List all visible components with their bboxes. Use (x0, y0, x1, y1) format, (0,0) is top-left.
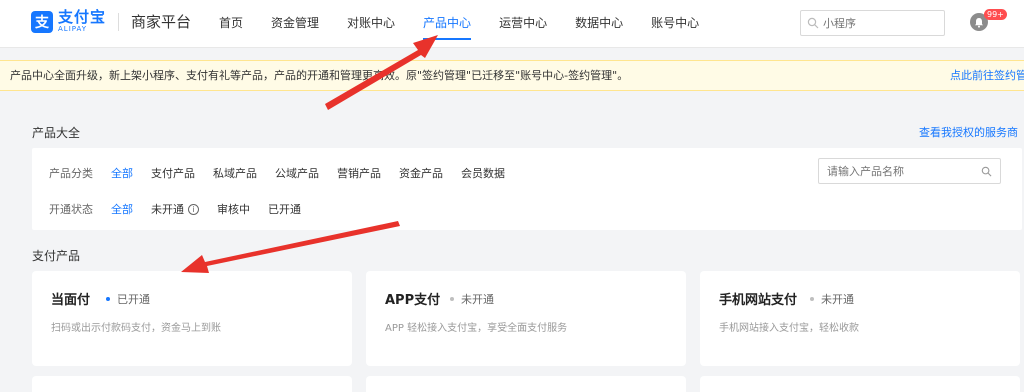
product-description: 扫码或出示付款码支付，资金马上到账 (51, 323, 221, 334)
status-dot (450, 297, 454, 301)
search-icon (807, 17, 819, 29)
notification-badge: 99+ (984, 9, 1007, 20)
nav-item-account[interactable]: 账号中心 (637, 0, 713, 48)
notice-link[interactable]: 点此前往签约管 (950, 61, 1024, 90)
top-navigation-bar: 支 支付宝 ALIPAY 商家平台 首页 资金管理 对账中心 产品中心 运营中心… (0, 0, 1024, 48)
authorized-providers-link[interactable]: 查看我授权的服务商 (919, 124, 1018, 140)
status-filter-row: 开通状态 全部 未开通 i 审核中 已开通 (49, 201, 319, 217)
info-icon[interactable]: i (188, 203, 199, 215)
product-card-partial (366, 376, 686, 392)
search-icon[interactable] (981, 166, 992, 177)
product-card[interactable]: 手机网站支付 未开通 手机网站接入支付宝，轻松收款 (700, 271, 1020, 366)
product-status: 已开通 (106, 291, 150, 307)
product-status-text: 未开通 (821, 293, 854, 306)
product-status: 未开通 (810, 291, 854, 307)
nav-item-reconciliation[interactable]: 对账中心 (333, 0, 409, 48)
status-option-all[interactable]: 全部 (111, 201, 133, 217)
notice-banner: 产品中心全面升级，新上架小程序、支付有礼等产品，产品的开通和管理更高效。原"签约… (0, 60, 1024, 91)
catalog-title: 产品大全 (32, 126, 81, 140)
product-card[interactable]: APP支付 未开通 APP 轻松接入支付宝，享受全面支付服务 (366, 271, 686, 366)
status-option-reviewing[interactable]: 审核中 (217, 201, 250, 217)
nav-item-operations[interactable]: 运营中心 (485, 0, 561, 48)
product-status-text: 已开通 (117, 293, 150, 306)
product-card-partial (700, 376, 1020, 392)
alipay-logo-icon: 支 (31, 10, 53, 33)
nav-item-data[interactable]: 数据中心 (561, 0, 637, 48)
nav-item-home[interactable]: 首页 (205, 0, 257, 48)
category-option-all[interactable]: 全部 (111, 165, 133, 181)
logo-english-text: ALIPAY (58, 25, 88, 33)
product-card[interactable]: 当面付 已开通 扫码或出示付款码支付，资金马上到账 (32, 271, 352, 366)
status-option-activated[interactable]: 已开通 (268, 201, 301, 217)
category-option-member[interactable]: 会员数据 (461, 165, 505, 181)
product-name: 当面付 (51, 293, 91, 308)
product-name: APP支付 (385, 293, 441, 308)
status-option-not-activated[interactable]: 未开通 i (151, 201, 199, 217)
product-name: 手机网站支付 (719, 293, 798, 308)
product-search-box[interactable] (818, 158, 1001, 184)
nav-item-funds[interactable]: 资金管理 (257, 0, 333, 48)
category-option-payment[interactable]: 支付产品 (151, 165, 195, 181)
category-option-private[interactable]: 私域产品 (213, 165, 257, 181)
category-option-marketing[interactable]: 营销产品 (337, 165, 381, 181)
product-status-text: 未开通 (461, 293, 494, 306)
product-status: 未开通 (450, 291, 494, 307)
platform-name: 商家平台 (131, 13, 192, 31)
category-label: 产品分类 (49, 167, 93, 180)
product-description: 手机网站接入支付宝，轻松收款 (719, 323, 859, 334)
category-option-funds[interactable]: 资金产品 (399, 165, 443, 181)
status-label: 开通状态 (49, 203, 93, 216)
status-dot (810, 297, 814, 301)
category-option-public[interactable]: 公域产品 (275, 165, 319, 181)
logo-chinese-text: 支付宝 (58, 8, 107, 26)
top-search-input[interactable] (823, 16, 933, 30)
top-search-box[interactable] (800, 10, 945, 36)
product-description: APP 轻松接入支付宝，享受全面支付服务 (385, 323, 568, 334)
payment-section-title: 支付产品 (32, 249, 81, 263)
alipay-logo[interactable]: 支 支付宝 ALIPAY 商家平台 (31, 10, 191, 33)
main-nav: 首页 资金管理 对账中心 产品中心 运营中心 数据中心 账号中心 (205, 0, 713, 48)
filter-panel: 产品分类 全部 支付产品 私域产品 公域产品 营销产品 资金产品 会员数据 开通… (32, 148, 1022, 230)
category-filter-row: 产品分类 全部 支付产品 私域产品 公域产品 营销产品 资金产品 会员数据 (49, 165, 523, 181)
status-dot (106, 297, 110, 301)
logo-divider (118, 12, 120, 31)
notice-text: 产品中心全面升级，新上架小程序、支付有礼等产品，产品的开通和管理更高效。原"签约… (10, 69, 629, 82)
product-card-partial (32, 376, 352, 392)
product-search-input[interactable] (827, 164, 981, 178)
status-option-not-activated-label: 未开通 (151, 203, 184, 216)
nav-item-products[interactable]: 产品中心 (409, 0, 485, 48)
